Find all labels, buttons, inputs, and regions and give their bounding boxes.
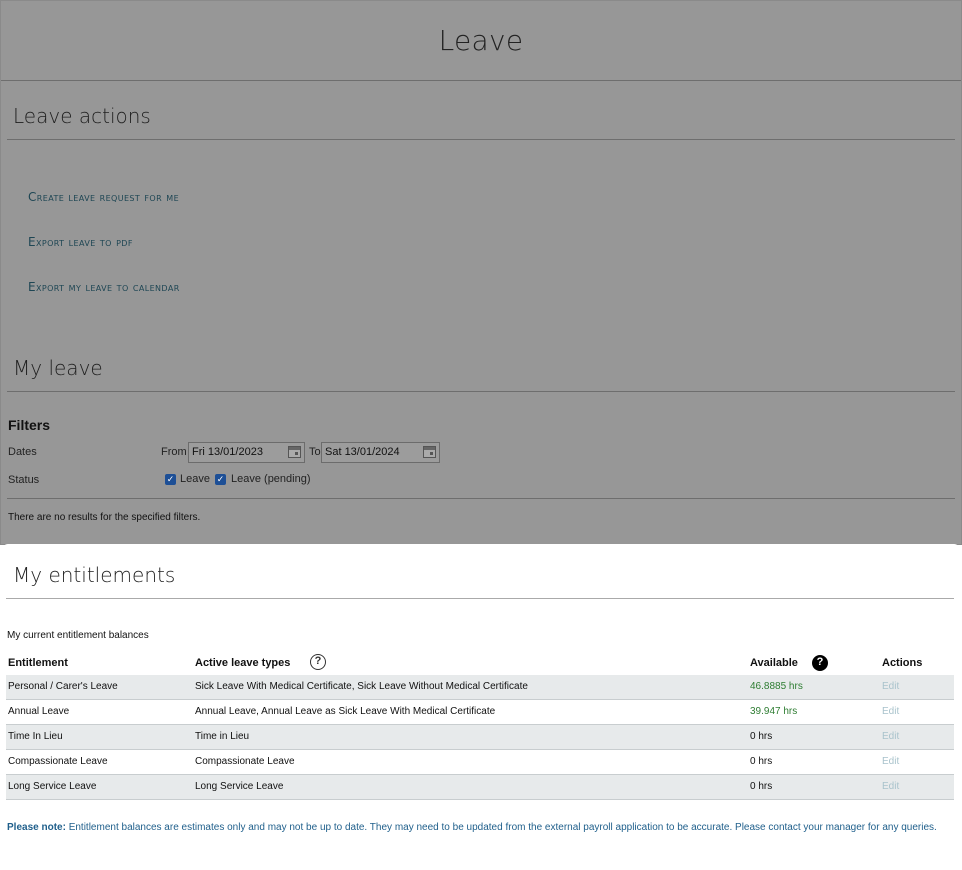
entitlement-cell: Time In Lieu <box>8 731 63 742</box>
available-cell: 46.8885 hrs <box>750 681 803 692</box>
column-header-actions: Actions <box>882 657 923 669</box>
entitlement-cell: Long Service Leave <box>8 781 97 792</box>
divider <box>7 498 955 499</box>
page-header: Leave <box>1 1 961 81</box>
leave-pending-checkbox[interactable]: ✓ <box>215 474 226 485</box>
table-row: Personal / Carer's Leave Sick Leave With… <box>6 675 954 700</box>
from-label: From <box>161 446 187 458</box>
table-row: Compassionate Leave Compassionate Leave … <box>6 750 954 775</box>
leave-types-cell: Long Service Leave <box>195 781 284 792</box>
to-date-input[interactable]: Sat 13/01/2024 <box>321 442 440 463</box>
divider <box>7 139 955 140</box>
table-row: Annual Leave Annual Leave, Annual Leave … <box>6 700 954 725</box>
page: Leave Leave actions Create leave request… <box>0 0 962 870</box>
from-date-value: Fri 13/01/2023 <box>192 446 263 458</box>
note-text: Entitlement balances are estimates only … <box>65 822 937 833</box>
entitlements-panel: My entitlements My current entitlement b… <box>2 544 960 870</box>
available-cell: 0 hrs <box>750 731 773 742</box>
entitlement-cell: Personal / Carer's Leave <box>8 681 118 692</box>
entitlements-note: Please note: Entitlement balances are es… <box>7 818 952 838</box>
dates-label: Dates <box>8 446 37 458</box>
edit-link[interactable]: Edit <box>882 731 899 742</box>
balances-caption: My current entitlement balances <box>7 630 149 641</box>
leave-types-cell: Time in Lieu <box>195 731 250 742</box>
background-overlay: Leave Leave actions Create leave request… <box>0 0 962 545</box>
edit-link[interactable]: Edit <box>882 681 899 692</box>
table-row: Time In Lieu Time in Lieu 0 hrs Edit <box>6 725 954 750</box>
column-header-available: Available <box>750 657 798 669</box>
export-leave-calendar-link[interactable]: Export my leave to calendar <box>28 280 180 294</box>
help-icon[interactable]: ? <box>310 654 326 670</box>
help-icon[interactable]: ? <box>812 655 828 671</box>
from-date-input[interactable]: Fri 13/01/2023 <box>188 442 305 463</box>
calendar-icon[interactable] <box>423 446 436 458</box>
edit-link[interactable]: Edit <box>882 706 899 717</box>
column-header-entitlement: Entitlement <box>8 657 68 669</box>
status-label: Status <box>8 474 40 486</box>
leave-actions-heading: Leave actions <box>13 104 151 128</box>
to-label: To <box>309 446 321 458</box>
leave-checkbox-label: Leave <box>180 473 210 485</box>
page-title: Leave <box>438 24 524 57</box>
leave-types-cell: Sick Leave With Medical Certificate, Sic… <box>195 681 528 692</box>
edit-link[interactable]: Edit <box>882 756 899 767</box>
leave-pending-checkbox-label: Leave (pending) <box>231 473 311 485</box>
my-leave-heading: My leave <box>13 356 103 380</box>
table-row: Long Service Leave Long Service Leave 0 … <box>6 775 954 800</box>
calendar-icon[interactable] <box>288 446 301 458</box>
edit-link[interactable]: Edit <box>882 781 899 792</box>
entitlements-heading: My entitlements <box>13 563 176 587</box>
divider <box>7 391 955 392</box>
no-results-message: There are no results for the specified f… <box>8 512 201 523</box>
entitlement-cell: Compassionate Leave <box>8 756 108 767</box>
filters-title: Filters <box>8 417 51 433</box>
column-header-active-leave-types: Active leave types <box>195 657 291 669</box>
leave-checkbox[interactable]: ✓ <box>165 474 176 485</box>
to-date-value: Sat 13/01/2024 <box>325 446 400 458</box>
leave-types-cell: Compassionate Leave <box>195 756 295 767</box>
leave-types-cell: Annual Leave, Annual Leave as Sick Leave… <box>195 706 496 717</box>
note-label: Please note: <box>7 822 66 833</box>
entitlement-cell: Annual Leave <box>8 706 70 717</box>
available-cell: 0 hrs <box>750 781 773 792</box>
available-cell: 39.947 hrs <box>750 706 798 717</box>
create-leave-request-link[interactable]: Create leave request for me <box>28 190 179 204</box>
available-cell: 0 hrs <box>750 756 773 767</box>
export-leave-pdf-link[interactable]: Export leave to pdf <box>28 235 133 249</box>
divider <box>6 598 954 599</box>
